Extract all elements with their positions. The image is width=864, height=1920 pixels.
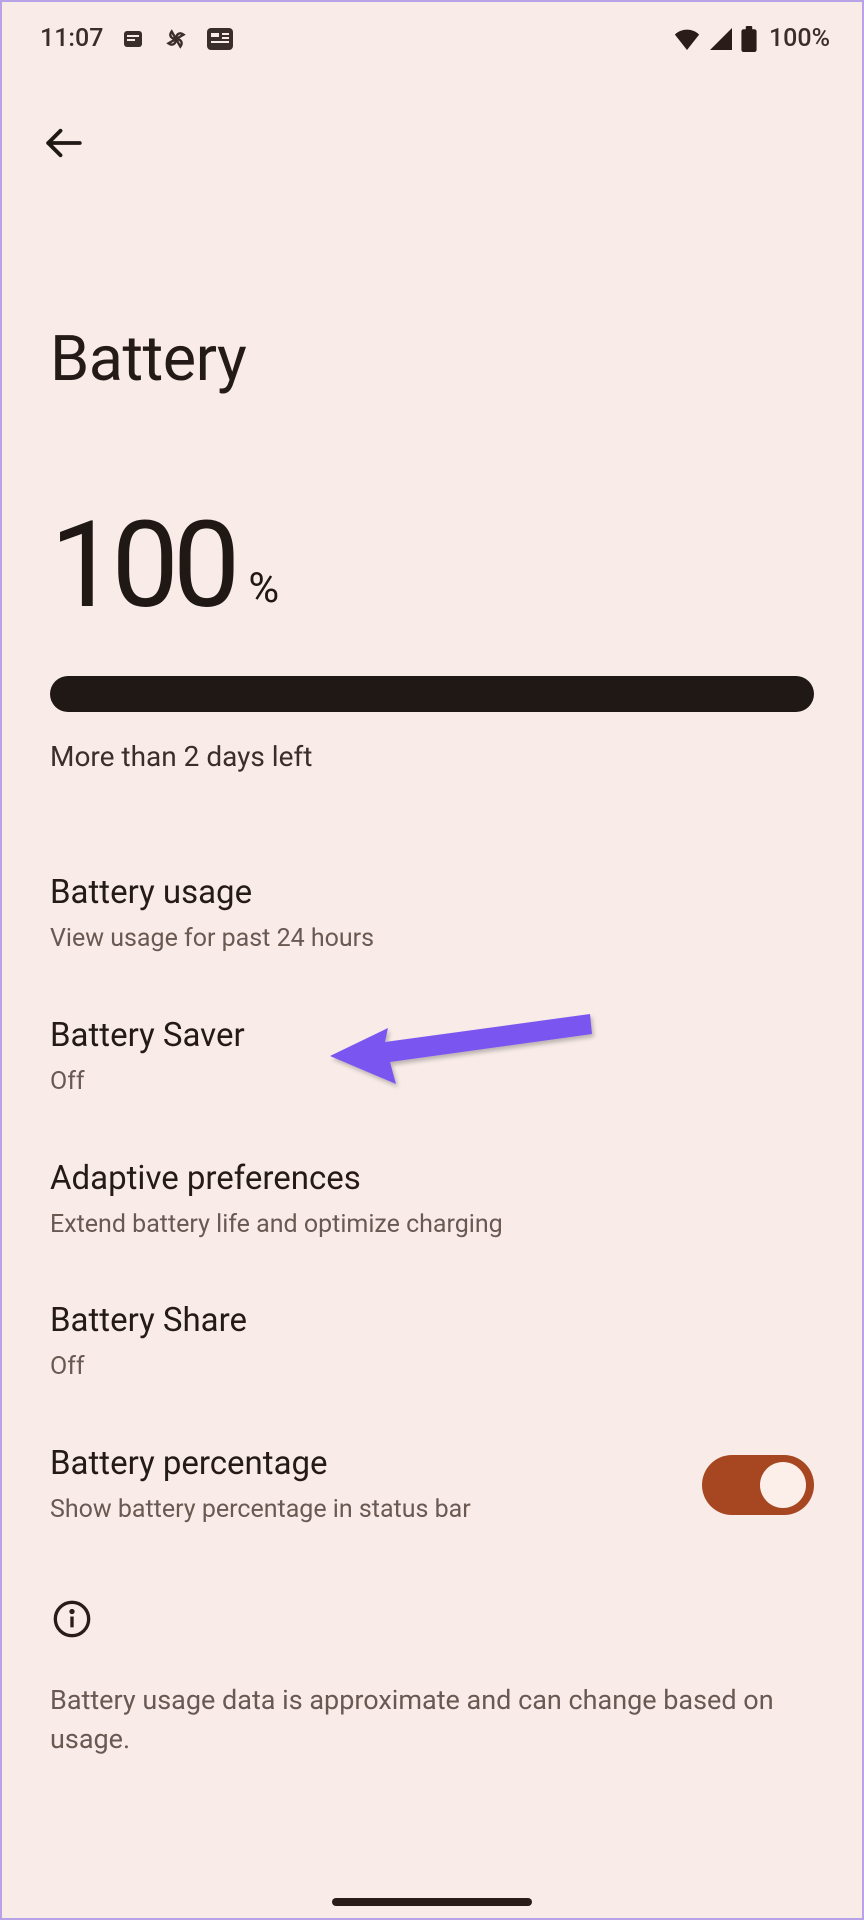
item-title: Adaptive preferences — [50, 1159, 814, 1198]
status-time: 11:07 — [40, 24, 103, 53]
battery-estimate: More than 2 days left — [50, 740, 814, 773]
battery-level-number: 100 — [50, 496, 234, 636]
page-title: Battery — [50, 323, 862, 396]
news-icon — [207, 28, 233, 50]
item-subtitle: View usage for past 24 hours — [50, 922, 814, 956]
item-subtitle: Extend battery life and optimize chargin… — [50, 1208, 814, 1242]
battery-icon — [741, 26, 757, 52]
item-subtitle: Off — [50, 1350, 814, 1384]
toggle-knob — [760, 1462, 806, 1508]
status-battery-text: 100% — [769, 24, 830, 53]
item-title: Battery percentage — [50, 1444, 471, 1483]
item-title: Battery usage — [50, 873, 814, 912]
status-bar-left: 11:07 — [40, 24, 233, 53]
info-text: Battery usage data is approximate and ca… — [50, 1681, 814, 1759]
item-title: Battery Saver — [50, 1016, 814, 1055]
battery-percentage-toggle[interactable] — [702, 1455, 814, 1515]
item-title: Battery Share — [50, 1301, 814, 1340]
info-section: Battery usage data is approximate and ca… — [2, 1597, 862, 1759]
pinwheel-icon — [163, 26, 189, 52]
settings-list: Battery usage View usage for past 24 hou… — [2, 843, 862, 1557]
info-icon — [50, 1597, 94, 1641]
wifi-icon — [673, 28, 701, 50]
battery-progress-bar — [50, 676, 814, 712]
status-bar: 11:07 100% — [2, 2, 862, 63]
battery-level-block: 100 % More than 2 days left — [50, 496, 814, 773]
messages-icon — [121, 27, 145, 51]
list-item-battery-percentage[interactable]: Battery percentage Show battery percenta… — [2, 1414, 862, 1557]
item-subtitle: Off — [50, 1065, 814, 1099]
cellular-icon — [709, 28, 733, 50]
list-item-battery-saver[interactable]: Battery Saver Off — [2, 986, 862, 1129]
item-subtitle: Show battery percentage in status bar — [50, 1493, 471, 1527]
list-item-adaptive-preferences[interactable]: Adaptive preferences Extend battery life… — [2, 1129, 862, 1272]
arrow-left-icon — [43, 122, 85, 164]
list-item-battery-share[interactable]: Battery Share Off — [2, 1271, 862, 1414]
list-item-battery-usage[interactable]: Battery usage View usage for past 24 hou… — [2, 843, 862, 986]
navigation-handle[interactable] — [332, 1898, 532, 1906]
status-bar-right: 100% — [673, 24, 830, 53]
back-button[interactable] — [34, 113, 94, 173]
battery-percent-symbol: % — [248, 564, 279, 613]
